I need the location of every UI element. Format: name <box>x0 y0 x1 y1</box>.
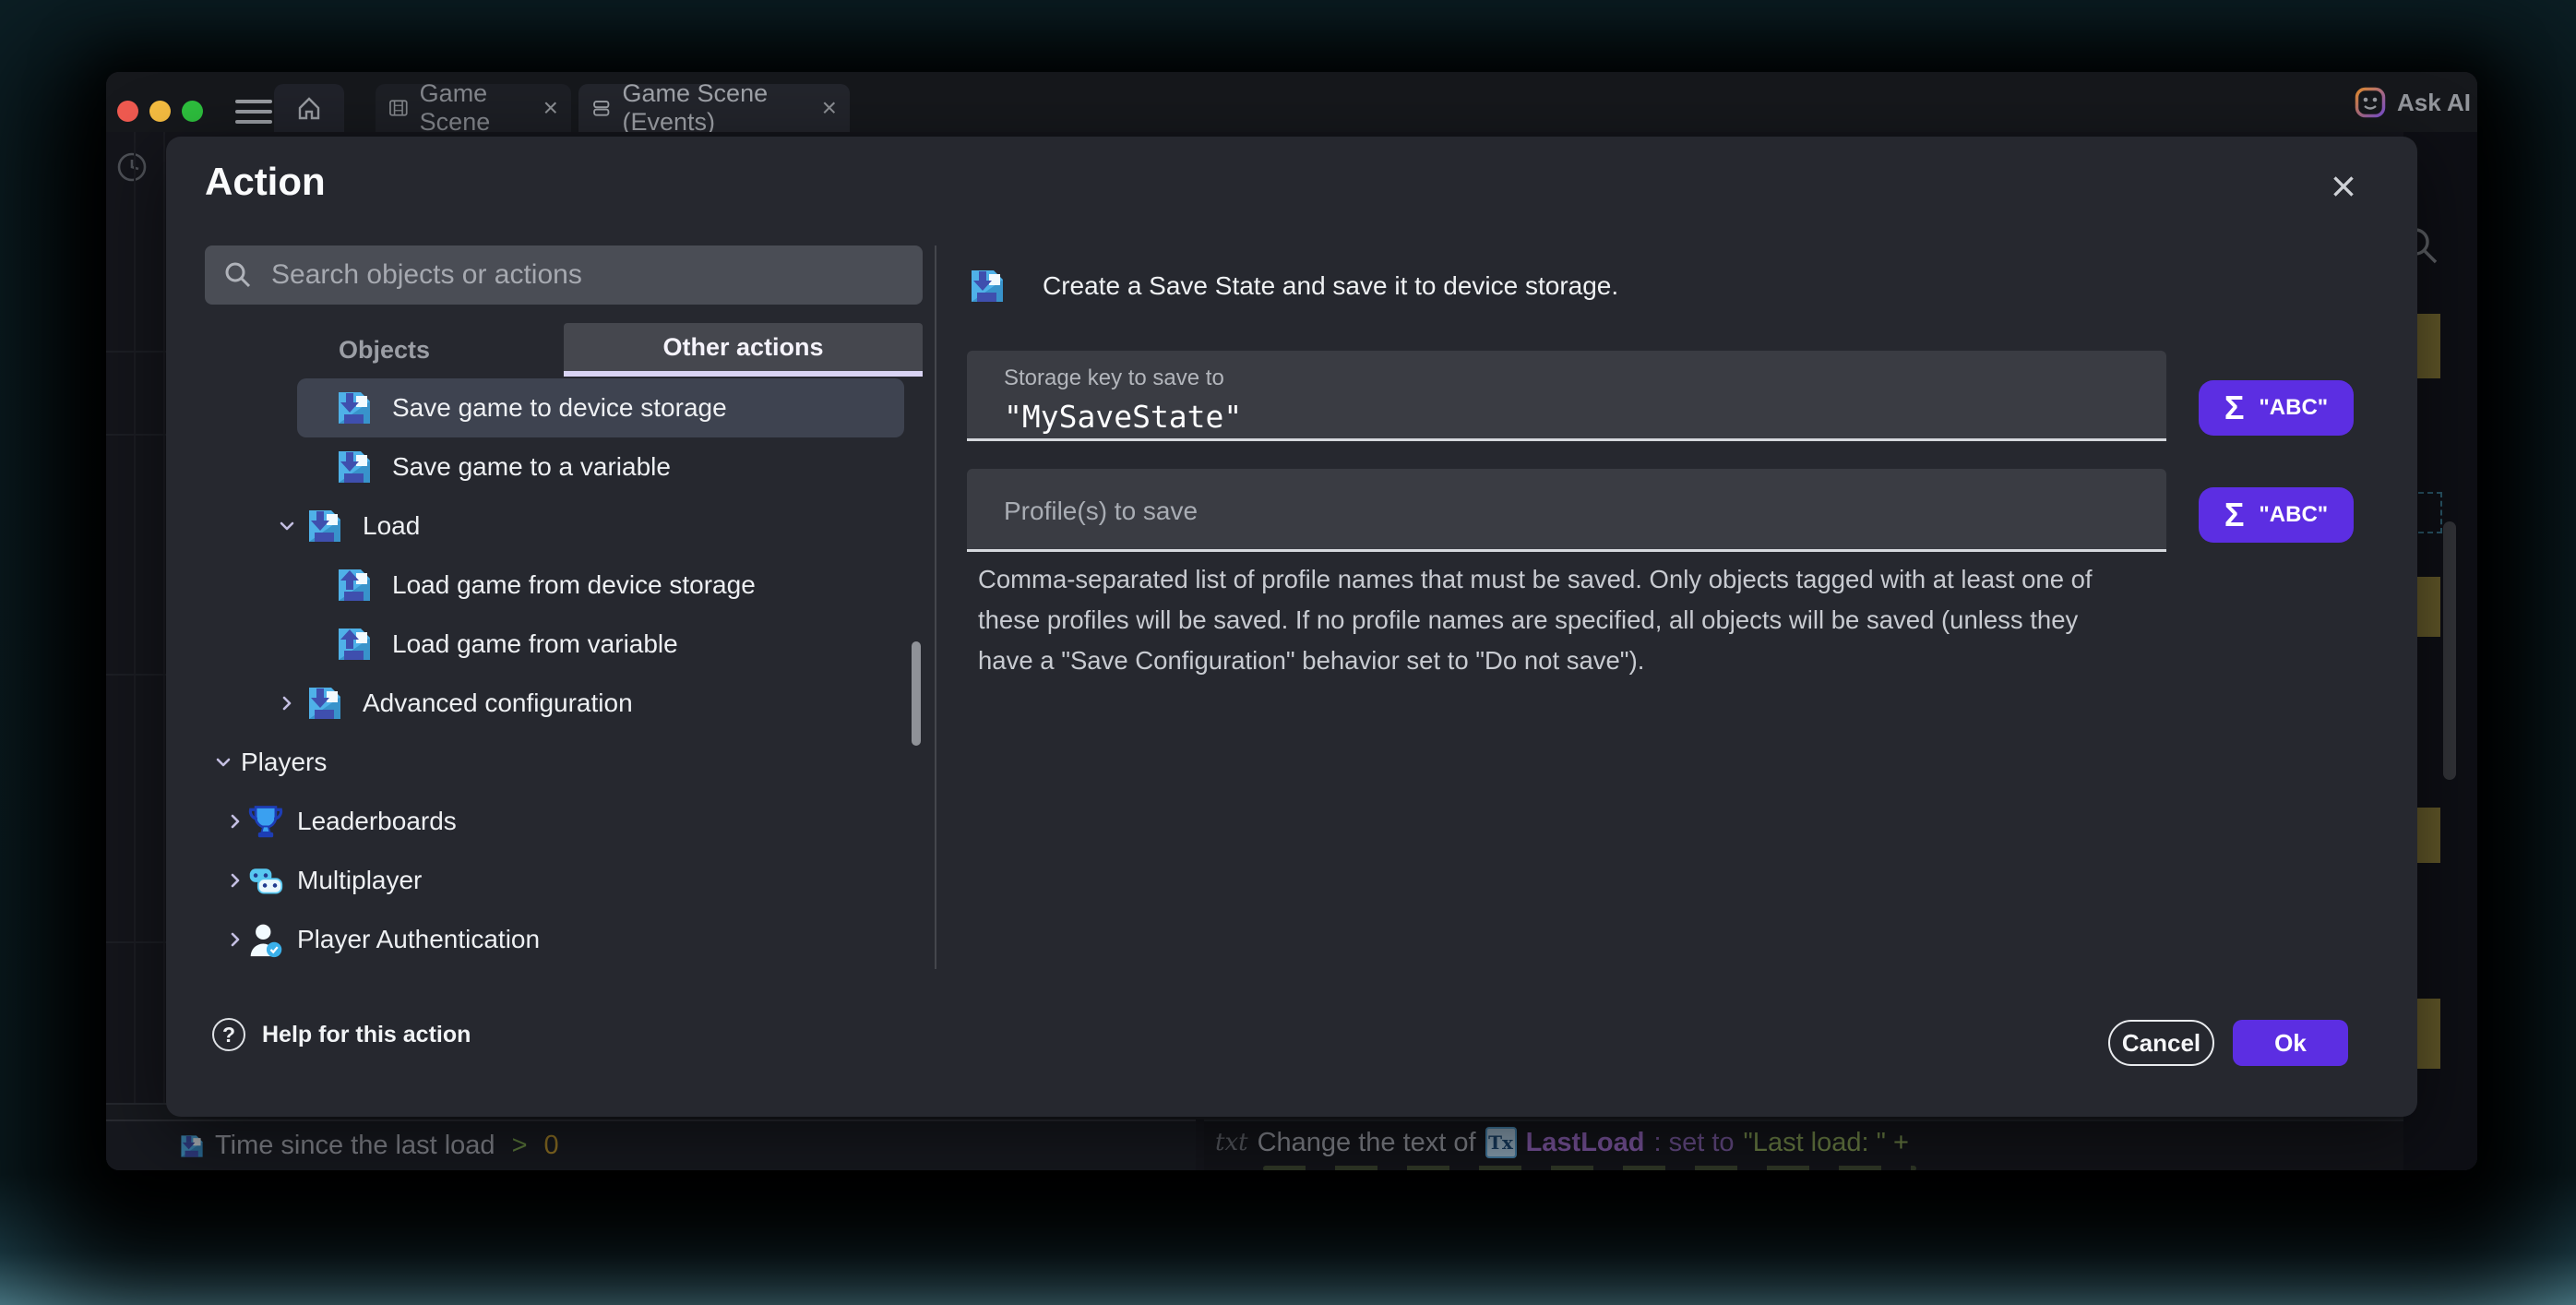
tree-group-leaderboards[interactable]: Leaderboards <box>166 792 924 851</box>
person-check-icon <box>247 921 284 958</box>
tree-item-label: Players <box>241 748 327 777</box>
storage-key-field[interactable]: Storage key to save to "MySaveState" <box>967 351 2166 441</box>
tree-item-label: Save game to device storage <box>392 393 727 423</box>
close-tab-icon[interactable]: × <box>543 95 558 121</box>
desktop: Game Scene × Game Scene (Events) × Ask A… <box>0 0 2576 1305</box>
dialog-tabs: Objects Other actions <box>205 323 923 377</box>
app-window: Game Scene × Game Scene (Events) × Ask A… <box>106 72 2477 1170</box>
save-icon <box>304 683 345 724</box>
tree-item-label: Load <box>363 511 420 541</box>
tree-item-load-game-from-device-storage[interactable]: Load game from device storage <box>166 556 924 615</box>
field-value: "MySaveState" <box>1004 399 2166 435</box>
field-label: Profile(s) to save <box>1004 497 2166 526</box>
sigma-icon: Σ <box>2224 498 2245 532</box>
tab-game-scene-events[interactable]: Game Scene (Events) × <box>578 84 850 132</box>
film-icon <box>388 95 409 121</box>
chevron-down-icon <box>279 518 295 534</box>
search-icon <box>223 260 253 290</box>
save-icon <box>334 388 375 428</box>
traffic-close-button[interactable] <box>117 101 138 122</box>
help-link-label: Help for this action <box>262 1022 471 1048</box>
list-scrollbar-thumb[interactable] <box>912 641 921 746</box>
close-dialog-button[interactable] <box>2323 166 2364 207</box>
close-tab-icon[interactable]: × <box>822 95 837 121</box>
ask-ai-button[interactable]: Ask AI <box>2355 87 2471 118</box>
tree-item-label: Player Authentication <box>297 925 540 954</box>
gamepads-icon <box>247 862 284 899</box>
tab-label: Game Scene (Events) <box>623 79 811 137</box>
save-icon <box>967 266 1008 306</box>
save-icon <box>334 447 375 487</box>
action-description: Create a Save State and save it to devic… <box>967 266 1618 306</box>
ok-button[interactable]: Ok <box>2233 1020 2348 1066</box>
tab-objects[interactable]: Objects <box>205 323 564 377</box>
chevron-right-icon <box>279 695 295 712</box>
home-icon <box>295 94 323 122</box>
titlebar: Game Scene × Game Scene (Events) × Ask A… <box>106 72 2477 132</box>
tree-item-label: Save game to a variable <box>392 452 671 482</box>
events-sheet-icon <box>591 95 612 121</box>
expression-editor-button[interactable]: Σ "ABC" <box>2199 487 2354 543</box>
tab-game-scene[interactable]: Game Scene × <box>376 84 571 132</box>
tree-item-load-game-from-variable[interactable]: Load game from variable <box>166 615 924 674</box>
chevron-down-icon <box>215 754 232 771</box>
tree-item-label: Load game from device storage <box>392 570 756 600</box>
tab-home[interactable] <box>274 84 344 132</box>
sigma-icon: Σ <box>2224 391 2245 425</box>
search-box <box>205 245 923 305</box>
action-dialog: Action Objects Other actions Save game t… <box>166 137 2417 1117</box>
menu-icon[interactable] <box>235 100 272 124</box>
tree-group-advanced-configuration[interactable]: Advanced configuration <box>166 674 924 733</box>
tree-item-label: Advanced configuration <box>363 688 633 718</box>
tree-item-label: Load game from variable <box>392 629 678 659</box>
tree-item-label: Multiplayer <box>297 866 422 895</box>
chevron-right-icon <box>227 872 244 889</box>
tree-group-load[interactable]: Load <box>166 497 924 556</box>
save-icon <box>304 506 345 546</box>
profiles-field[interactable]: Profile(s) to save <box>967 469 2166 552</box>
panel-divider <box>935 245 936 969</box>
load-icon <box>334 624 375 664</box>
chevron-right-icon <box>227 931 244 948</box>
ai-robot-icon <box>2355 87 2386 118</box>
dialog-title: Action <box>205 160 326 204</box>
field-help-text: Comma-separated list of profile names th… <box>978 559 2127 681</box>
tree-group-players[interactable]: Players <box>166 733 924 792</box>
tab-label: Game Scene <box>420 79 532 137</box>
expression-editor-button[interactable]: Σ "ABC" <box>2199 380 2354 436</box>
tree-item-save-game-to-a-variable[interactable]: Save game to a variable <box>166 437 924 497</box>
expression-button-label: "ABC" <box>2259 395 2328 421</box>
field-label: Storage key to save to <box>1004 365 2166 391</box>
close-icon <box>2328 171 2359 202</box>
traffic-minimize-button[interactable] <box>149 101 171 122</box>
tree-item-save-game-to-device-storage[interactable]: Save game to device storage <box>297 378 904 437</box>
help-for-this-action-link[interactable]: ? Help for this action <box>212 1018 471 1051</box>
actions-tree: Save game to device storage Save game to… <box>166 378 924 969</box>
question-icon: ? <box>212 1018 245 1051</box>
trophy-icon <box>247 803 284 840</box>
action-description-text: Create a Save State and save it to devic… <box>1043 271 1618 301</box>
traffic-zoom-button[interactable] <box>182 101 203 122</box>
tree-group-multiplayer[interactable]: Multiplayer <box>166 851 924 910</box>
tree-item-label: Leaderboards <box>297 807 457 836</box>
tree-group-player-authentication[interactable]: Player Authentication <box>166 910 924 969</box>
tab-other-actions[interactable]: Other actions <box>564 323 923 377</box>
expression-button-label: "ABC" <box>2259 502 2328 528</box>
search-input[interactable] <box>269 258 904 292</box>
ask-ai-label: Ask AI <box>2397 89 2471 117</box>
load-icon <box>334 565 375 605</box>
cancel-button[interactable]: Cancel <box>2108 1020 2214 1066</box>
chevron-right-icon <box>227 813 244 830</box>
